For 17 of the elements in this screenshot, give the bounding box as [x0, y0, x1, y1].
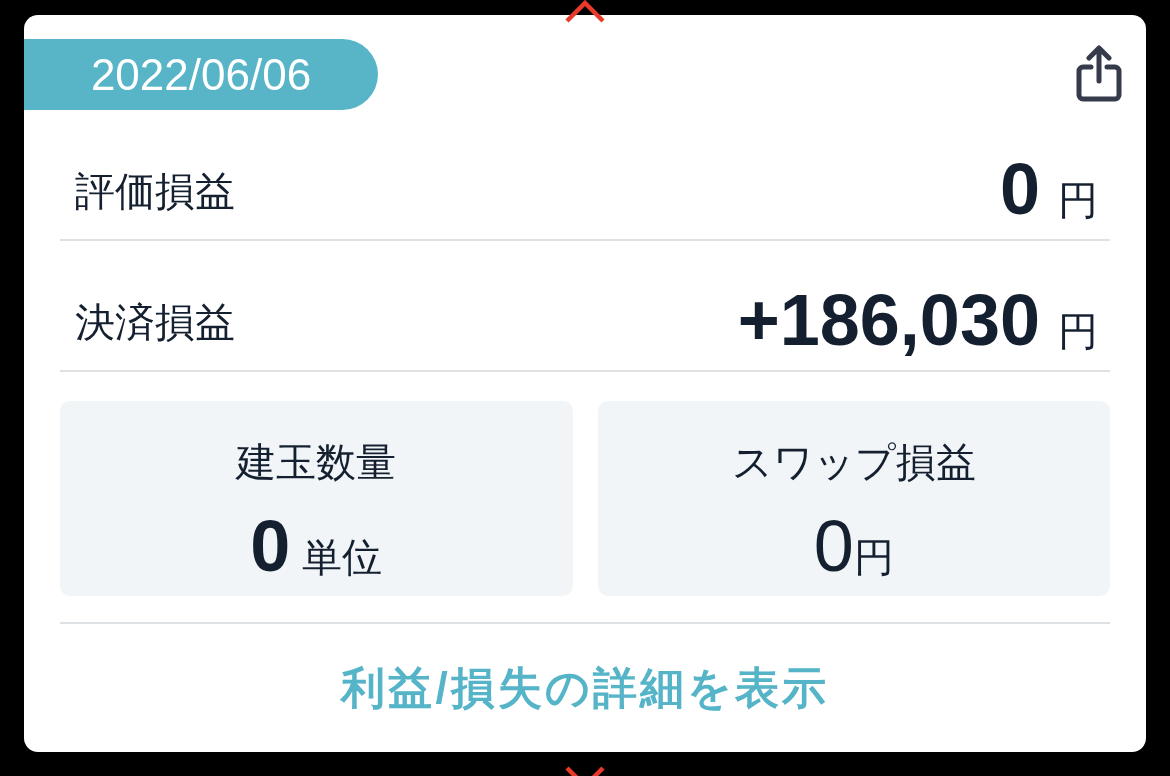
- stat-unit: 円: [853, 534, 894, 581]
- date-badge: 2022/06/06: [24, 39, 378, 110]
- summary-label: 評価損益: [75, 168, 235, 213]
- summary-value: +186,030: [737, 284, 1040, 356]
- stat-label: 建玉数量: [236, 440, 397, 484]
- currency-unit: 円: [1058, 177, 1098, 224]
- stat-value: 0: [813, 510, 854, 582]
- summary-value: 0: [999, 153, 1040, 225]
- stat-label: スワップ損益: [731, 440, 976, 484]
- share-icon[interactable]: [1075, 45, 1123, 103]
- currency-unit: 円: [1058, 308, 1098, 355]
- stat-unit: 単位: [302, 534, 383, 581]
- stat-value: 0: [250, 510, 291, 582]
- chevron-up-icon[interactable]: [563, 0, 607, 24]
- chevron-down-icon[interactable]: [563, 766, 607, 776]
- summary-label: 決済損益: [75, 299, 235, 344]
- details-link[interactable]: 利益/損失の詳細を表示: [341, 658, 829, 718]
